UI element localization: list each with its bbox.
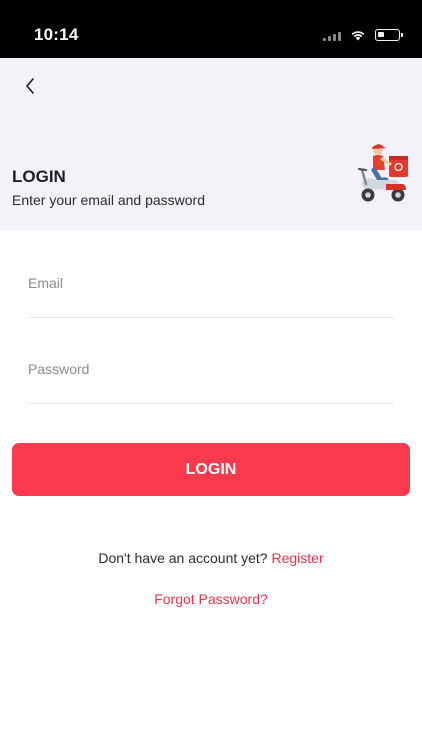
chevron-left-icon [26,78,34,94]
battery-icon [375,29,403,41]
back-button[interactable] [16,72,44,100]
status-bar: 10:14 [0,0,422,58]
page-subtitle: Enter your email and password [12,192,205,208]
email-field[interactable] [28,262,394,318]
email-input[interactable] [28,262,394,302]
register-prompt-line: Don't have an account yet? Register [0,550,422,566]
login-button[interactable]: LOGIN [12,443,410,496]
password-input[interactable] [28,348,394,388]
delivery-scooter-illustration [358,144,408,202]
forgot-password-link[interactable]: Forgot Password? [0,591,422,607]
status-time: 10:14 [34,25,79,44]
login-header: LOGIN Enter your email and password [0,58,422,230]
cellular-signal-icon [323,30,341,41]
password-field[interactable] [28,348,394,404]
page-title: LOGIN [12,167,66,186]
register-prompt-text: Don't have an account yet? [98,550,272,566]
wifi-icon [351,31,365,41]
status-icons [323,28,403,42]
register-link[interactable]: Register [271,550,323,566]
